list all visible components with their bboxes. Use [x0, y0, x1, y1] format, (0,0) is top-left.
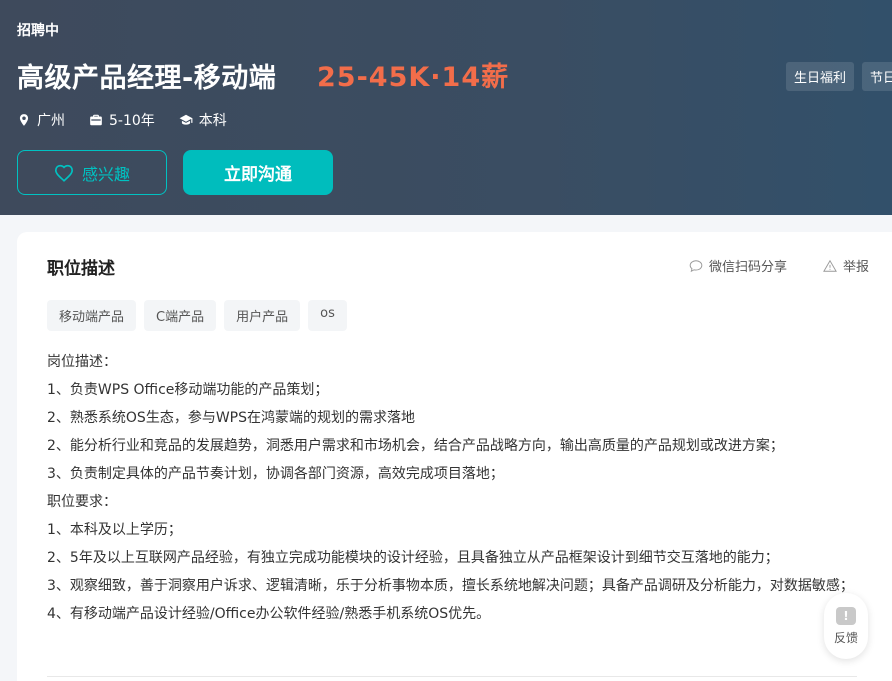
job-status: 招聘中 [17, 23, 59, 39]
description-line: 1、负责WPS Office移动端功能的产品策划； [47, 382, 329, 398]
section-title: 职位描述 [47, 259, 115, 279]
benefit-tags: 生日福利 节日福利 [786, 62, 892, 91]
share-label: 微信扫码分享 [709, 260, 788, 275]
interest-label: 感兴趣 [81, 164, 130, 184]
skill-tag: 用户产品 [224, 300, 301, 331]
chat-bubble-icon [689, 259, 703, 272]
report-link[interactable]: 举报 [823, 256, 869, 275]
meta-education: 本科 [179, 110, 227, 130]
briefcase-icon [90, 114, 102, 126]
job-title: 高级产品经理-移动端 [17, 63, 277, 94]
heart-icon [54, 164, 73, 182]
skill-tag: C端产品 [144, 300, 217, 331]
benefit-tag: 节日福利 [862, 62, 892, 91]
wechat-share-link[interactable]: 微信扫码分享 [689, 256, 787, 275]
description-line: 岗位描述： [47, 354, 117, 370]
meta-experience: 5-10年 [89, 110, 155, 130]
job-description-card: 职位描述 微信扫码分享 举报 移动端产品 C端产品 用户产品 os 岗位描述： … [17, 232, 892, 681]
skill-tag: os [308, 300, 347, 331]
chat-now-button[interactable]: 立即沟通 [183, 150, 333, 195]
description-line: 2、能分析行业和竞品的发展趋势，洞悉用户需求和市场机会，结合产品战略方向，输出高… [47, 438, 784, 454]
feedback-icon: ! [836, 606, 856, 625]
job-meta: 广州 5-10年 本科 [17, 110, 227, 130]
education-text: 本科 [198, 113, 227, 129]
description-line: 2、熟悉系统OS生态，参与WPS在鸿蒙端的规划的需求落地 [47, 410, 415, 426]
interest-button[interactable]: 感兴趣 [17, 150, 167, 195]
job-description-text: 岗位描述： 1、负责WPS Office移动端功能的产品策划； 2、熟悉系统OS… [47, 348, 877, 628]
section-divider [47, 676, 857, 677]
skill-tag: 移动端产品 [47, 300, 137, 331]
benefit-tag: 生日福利 [786, 62, 855, 91]
graduation-cap-icon [179, 114, 193, 125]
location-pin-icon [19, 114, 29, 126]
report-label: 举报 [843, 260, 870, 275]
description-line: 3、负责制定具体的产品节奏计划，协调各部门资源，高效完成项目落地； [47, 466, 504, 482]
location-text: 广州 [37, 113, 65, 129]
feedback-button[interactable]: ! 反馈 [824, 593, 868, 659]
job-salary: 25-45K·14薪 [317, 62, 510, 93]
warning-icon [823, 259, 837, 272]
experience-text: 5-10年 [109, 113, 155, 129]
skill-tags: 移动端产品 C端产品 用户产品 os [47, 300, 347, 331]
description-line: 2、5年及以上互联网产品经验，有独立完成功能模块的设计经验，且具备独立从产品框架… [47, 550, 779, 566]
feedback-label: 反馈 [833, 630, 858, 645]
description-line: 职位要求： [47, 494, 117, 510]
meta-location: 广州 [17, 110, 65, 130]
description-line: 3、观察细致，善于洞察用户诉求、逻辑清晰，乐于分析事物本质，擅长系统地解决问题；… [47, 578, 854, 594]
description-line: 1、本科及以上学历； [47, 522, 182, 538]
job-header: 招聘中 高级产品经理-移动端 25-45K·14薪 生日福利 节日福利 广州 5… [0, 0, 892, 215]
description-line: 4、有移动端产品设计经验/Office办公软件经验/熟悉手机系统OS优先。 [47, 606, 491, 622]
